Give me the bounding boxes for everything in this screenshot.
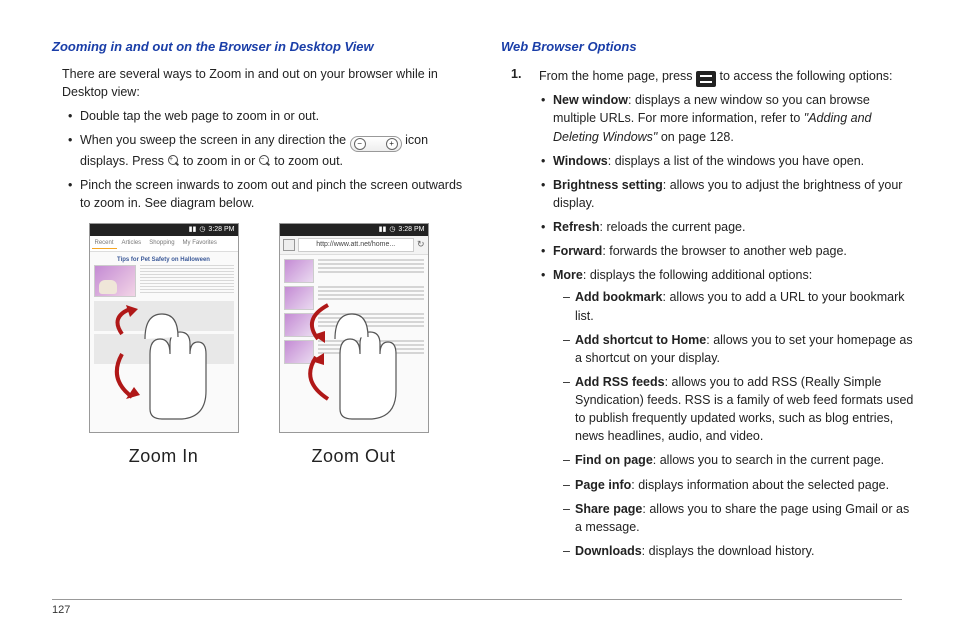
list-item: Pinch the screen inwards to zoom out and… bbox=[70, 176, 465, 212]
address-bar: http://www.att.net/home... bbox=[298, 238, 414, 252]
left-intro: There are several ways to Zoom in and ou… bbox=[62, 65, 465, 101]
list-item: Find on page: allows you to search in th… bbox=[565, 451, 914, 469]
list-item: Downloads: displays the download history… bbox=[565, 542, 914, 560]
right-column: Web Browser Options 1. From the home pag… bbox=[501, 30, 914, 566]
caption-zoom-in: Zoom In bbox=[89, 443, 239, 469]
magnifier-minus-icon: − bbox=[259, 155, 271, 167]
right-heading: Web Browser Options bbox=[501, 38, 914, 57]
list-item: Add bookmark: allows you to add a URL to… bbox=[565, 288, 914, 324]
list-item: When you sweep the screen in any directi… bbox=[70, 131, 465, 170]
zoom-methods-list: Double tap the web page to zoom in or ou… bbox=[52, 107, 465, 213]
clock-icon: ◷ bbox=[389, 225, 395, 235]
phone-mockup-zoom-in: ▮▮◷3:28 PM Recent Articles Shopping My F… bbox=[89, 223, 239, 433]
page-number: 127 bbox=[52, 604, 70, 616]
phone-mockup-zoom-out: ▮▮◷3:28 PM http://www.att.net/home... ↻ bbox=[279, 223, 429, 433]
status-bar: ▮▮◷3:28 PM bbox=[280, 224, 428, 236]
list-item: Forward: forwards the browser to another… bbox=[543, 242, 914, 260]
list-item: Refresh: reloads the current page. bbox=[543, 218, 914, 236]
more-options-list: Add bookmark: allows you to add a URL to… bbox=[553, 288, 914, 560]
list-item: More: displays the following additional … bbox=[543, 266, 914, 560]
list-item: Brightness setting: allows you to adjust… bbox=[543, 176, 914, 212]
reload-icon: ↻ bbox=[417, 238, 425, 251]
caption-zoom-out: Zoom Out bbox=[279, 443, 429, 469]
left-column: Zooming in and out on the Browser in Des… bbox=[52, 30, 465, 566]
left-heading: Zooming in and out on the Browser in Des… bbox=[52, 38, 465, 57]
menu-icon bbox=[696, 71, 716, 87]
list-item: Page info: displays information about th… bbox=[565, 476, 914, 494]
list-item: New window: displays a new window so you… bbox=[543, 91, 914, 145]
zoom-control-icon: −+ bbox=[350, 136, 402, 152]
clock-icon: ◷ bbox=[199, 225, 205, 235]
step-1: 1. From the home page, press to access t… bbox=[511, 65, 914, 566]
page-footer: 127 bbox=[52, 599, 902, 616]
thumbnail-image bbox=[94, 265, 136, 297]
list-item: Double tap the web page to zoom in or ou… bbox=[70, 107, 465, 125]
status-bar: ▮▮◷3:28 PM bbox=[90, 224, 238, 236]
list-item: Add shortcut to Home: allows you to set … bbox=[565, 331, 914, 367]
browser-options-list: New window: displays a new window so you… bbox=[539, 91, 914, 560]
window-count-icon bbox=[283, 239, 295, 251]
list-item: Share page: allows you to share the page… bbox=[565, 500, 914, 536]
list-item: Windows: displays a list of the windows … bbox=[543, 152, 914, 170]
list-item: Add RSS feeds: allows you to add RSS (Re… bbox=[565, 373, 914, 446]
pinch-diagram: ▮▮◷3:28 PM Recent Articles Shopping My F… bbox=[52, 223, 465, 469]
magnifier-plus-icon: + bbox=[168, 155, 180, 167]
